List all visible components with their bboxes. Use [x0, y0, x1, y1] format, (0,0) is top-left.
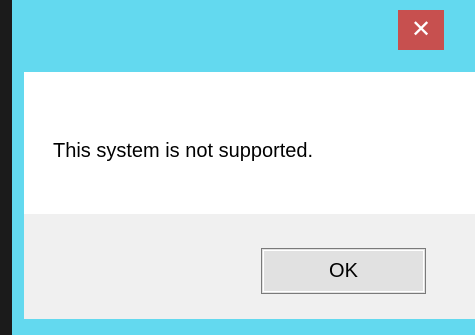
message-area: This system is not supported. — [24, 72, 475, 214]
desktop-background: ✕ This system is not supported. OK — [0, 0, 475, 335]
close-icon: ✕ — [410, 16, 432, 43]
dialog-content: This system is not supported. OK — [24, 72, 475, 319]
dialog-titlebar[interactable]: ✕ — [12, 0, 475, 72]
ok-button-label: OK — [329, 259, 358, 282]
message-dialog: ✕ This system is not supported. OK — [12, 0, 475, 335]
close-button[interactable]: ✕ — [398, 10, 444, 50]
ok-button[interactable]: OK — [261, 248, 426, 294]
dialog-bottom-edge — [12, 319, 475, 335]
button-bar: OK — [24, 214, 475, 319]
dialog-message: This system is not supported. — [53, 140, 314, 162]
